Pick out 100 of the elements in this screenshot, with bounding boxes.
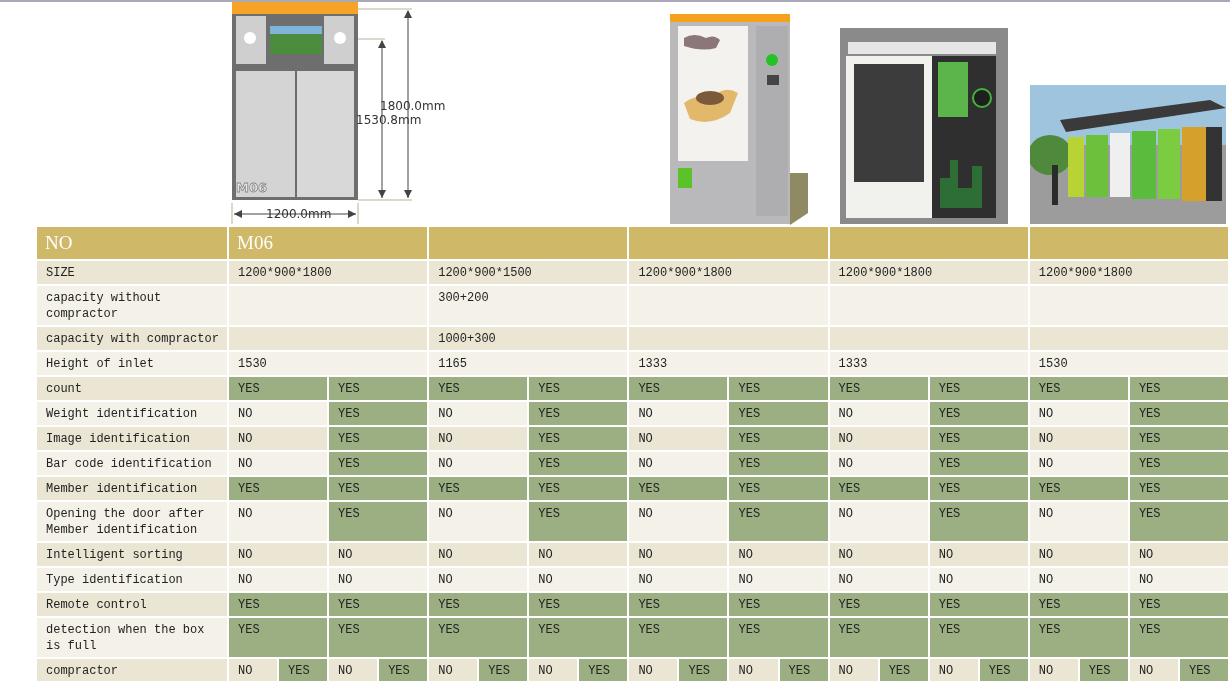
- table-cell: 1333: [629, 352, 828, 375]
- table-cell: YES: [729, 502, 828, 541]
- table-cell: YES: [729, 427, 828, 450]
- table-cell: YES: [629, 593, 728, 616]
- row-label: capacity without compractor: [37, 286, 227, 325]
- table-cell: NO: [229, 568, 328, 591]
- table-cell: YES: [979, 659, 1028, 681]
- table-cell: YES: [1029, 377, 1128, 400]
- table-cell: NO: [829, 568, 928, 591]
- table-cell: YES: [1079, 659, 1128, 681]
- table-cell: YES: [229, 618, 328, 657]
- row-label: Bar code identification: [37, 452, 227, 475]
- table-cell: NO: [429, 402, 528, 425]
- table-cell: YES: [829, 593, 928, 616]
- table-cell: YES: [679, 659, 728, 681]
- table-cell: YES: [929, 477, 1028, 500]
- table-cell: 1530: [1029, 352, 1228, 375]
- table-cell: YES: [529, 593, 628, 616]
- table-cell: NO: [1129, 543, 1228, 566]
- table-cell: YES: [229, 377, 328, 400]
- table-cell: YES: [429, 593, 528, 616]
- table-cell: NO: [329, 543, 428, 566]
- row-label: Height of inlet: [37, 352, 227, 375]
- table-cell: NO: [629, 659, 678, 681]
- table-cell: YES: [529, 402, 628, 425]
- table-cell: NO: [829, 543, 928, 566]
- table-cell: NO: [829, 659, 878, 681]
- table-cell: YES: [1029, 477, 1128, 500]
- table-cell: YES: [1129, 477, 1228, 500]
- table-cell: YES: [729, 618, 828, 657]
- row-label: Intelligent sorting: [37, 543, 227, 566]
- table-cell: YES: [579, 659, 628, 681]
- table-cell: 1165: [429, 352, 628, 375]
- table-cell: YES: [529, 377, 628, 400]
- table-cell: NO: [429, 568, 528, 591]
- table-cell: YES: [329, 593, 428, 616]
- table-cell: YES: [329, 618, 428, 657]
- table-cell: YES: [729, 377, 828, 400]
- table-cell: NO: [429, 659, 478, 681]
- table-cell: 1333: [829, 352, 1028, 375]
- row-label: detection when the box is full: [37, 618, 227, 657]
- table-cell: YES: [729, 593, 828, 616]
- table-cell: NO: [829, 402, 928, 425]
- table-cell: NO: [629, 568, 728, 591]
- table-cell: NO: [829, 502, 928, 541]
- table-cell: NO: [729, 543, 828, 566]
- table-cell: NO: [929, 659, 978, 681]
- table-cell: 1200*900*1800: [229, 261, 428, 284]
- table-cell: NO: [929, 568, 1028, 591]
- table-cell: NO: [229, 543, 328, 566]
- table-cell: NO: [1029, 452, 1128, 475]
- table-cell: YES: [779, 659, 828, 681]
- table-cell: YES: [329, 377, 428, 400]
- row-label: Image identification: [37, 427, 227, 450]
- header-cell: M06: [229, 227, 428, 259]
- table-cell: YES: [529, 618, 628, 657]
- table-cell: NO: [229, 659, 278, 681]
- row-label: Type identification: [37, 568, 227, 591]
- table-cell: YES: [1029, 618, 1128, 657]
- table-cell: YES: [1129, 593, 1228, 616]
- table-cell: YES: [929, 427, 1028, 450]
- table-cell: NO: [1129, 568, 1228, 591]
- table-cell: NO: [429, 543, 528, 566]
- table-cell: YES: [1129, 452, 1228, 475]
- row-label: compractor: [37, 659, 227, 681]
- table-cell: NO: [929, 543, 1028, 566]
- table-cell: YES: [529, 502, 628, 541]
- table-cell: YES: [1129, 502, 1228, 541]
- table-cell: 1200*900*1500: [429, 261, 628, 284]
- table-cell: NO: [1029, 659, 1078, 681]
- table-cell: NO: [629, 543, 728, 566]
- table-cell: 1200*900*1800: [1029, 261, 1228, 284]
- table-cell: NO: [1029, 427, 1128, 450]
- table-cell: YES: [729, 452, 828, 475]
- table-cell: YES: [329, 477, 428, 500]
- dimension-label: 1800.0mm: [380, 99, 445, 113]
- table-cell: YES: [1129, 618, 1228, 657]
- table-cell: YES: [529, 477, 628, 500]
- table-cell: NO: [229, 502, 328, 541]
- table-cell: 1530: [229, 352, 428, 375]
- table-cell: NO: [729, 568, 828, 591]
- table-cell: 300+200: [429, 286, 628, 325]
- table-cell: YES: [629, 477, 728, 500]
- table-cell: YES: [729, 477, 828, 500]
- table-cell: NO: [629, 427, 728, 450]
- table-cell: YES: [479, 659, 528, 681]
- table-cell: YES: [879, 659, 928, 681]
- table-cell: YES: [279, 659, 328, 681]
- table-cell: YES: [929, 452, 1028, 475]
- table-cell: NO: [1029, 543, 1128, 566]
- table-cell: YES: [429, 618, 528, 657]
- table-cell: NO: [229, 452, 328, 475]
- table-cell: YES: [329, 427, 428, 450]
- table-cell: NO: [429, 502, 528, 541]
- row-label: capacity with compractor: [37, 327, 227, 350]
- table-cell: YES: [529, 427, 628, 450]
- row-label: Opening the door after Member identification: [37, 502, 227, 541]
- table-cell: 1200*900*1800: [629, 261, 828, 284]
- row-label: count: [37, 377, 227, 400]
- table-cell: NO: [429, 452, 528, 475]
